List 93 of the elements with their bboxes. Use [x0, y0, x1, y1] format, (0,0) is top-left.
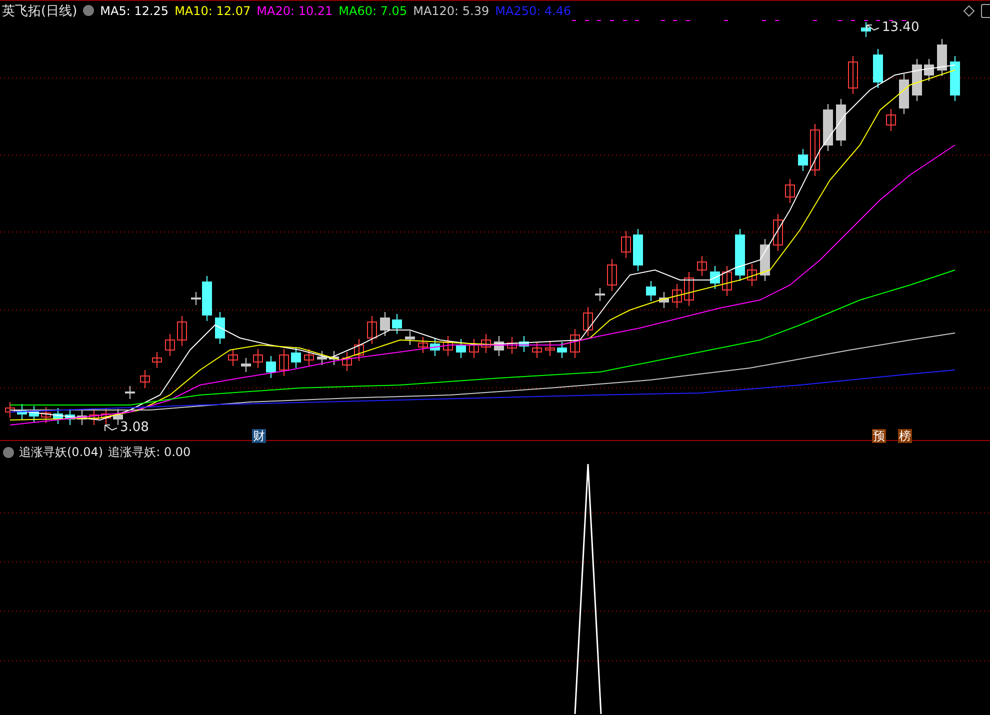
dropdown-icon[interactable]: [3, 447, 14, 458]
candlestick: [507, 336, 517, 354]
candlestick: [494, 336, 504, 356]
candlestick: [29, 406, 39, 422]
ma-value: MA20: 10.21: [256, 4, 333, 18]
candlestick: [595, 288, 605, 302]
candlestick: [848, 56, 858, 94]
candlestick: [342, 352, 352, 372]
candlestick: [672, 284, 682, 308]
candlestick: [152, 352, 162, 368]
candlestick: [532, 342, 542, 358]
candlestick: [823, 104, 833, 152]
candlestick: [773, 214, 783, 252]
candlestick: [367, 316, 377, 344]
pointer-arrow-icon: [104, 424, 118, 432]
candlestick: [443, 336, 453, 356]
candlestick: [5, 402, 15, 418]
candlestick: [873, 48, 883, 88]
candlestick: [912, 58, 922, 102]
candlestick: [621, 230, 631, 258]
pointer-arrow-icon: [866, 24, 880, 32]
candlestick: [659, 292, 669, 308]
candlestick: [570, 328, 580, 358]
stock-title: 英飞拓(日线): [2, 2, 78, 20]
indicator-value: 追涨寻妖: 0.00: [108, 444, 191, 461]
candlestick: [684, 272, 694, 306]
ma-value: MA10: 12.07: [174, 4, 251, 18]
candlestick: [810, 124, 820, 176]
candlestick: [77, 410, 87, 426]
ma-value: MA5: 12.25: [100, 4, 169, 18]
candlestick: [101, 408, 111, 424]
candlestick: [937, 38, 947, 76]
event-badge[interactable]: 预: [872, 429, 886, 443]
candlestick: [722, 266, 732, 296]
candlestick: [710, 266, 720, 290]
candlestick: [950, 56, 960, 102]
candlestick: [291, 346, 301, 368]
candlestick: [380, 312, 390, 336]
candlestick: [760, 238, 770, 282]
candlestick: [519, 336, 529, 352]
candlestick: [481, 334, 491, 354]
ma-value: MA250: 4.46: [495, 4, 572, 18]
candlestick: [215, 312, 225, 344]
candlestick: [241, 358, 251, 372]
low-price-label: 3.08: [120, 420, 149, 435]
candlestick: [65, 408, 75, 426]
candlestick: [17, 404, 27, 420]
candlestick: [747, 264, 757, 286]
candlestick: [53, 408, 63, 424]
candlestick: [41, 406, 51, 424]
diamond-icon[interactable]: [963, 4, 975, 16]
event-badge[interactable]: 财: [252, 429, 266, 443]
candlestick: [430, 338, 440, 356]
candlestick: [633, 228, 643, 272]
candlestick: [317, 350, 327, 366]
indicator-title: 追涨寻妖(0.04): [19, 444, 104, 461]
candlestick: [861, 22, 871, 38]
candlestick: [89, 408, 99, 426]
candlestick: [329, 350, 339, 366]
candlestick: [405, 330, 415, 346]
event-badge[interactable]: 榜: [898, 429, 912, 443]
candlestick: [177, 316, 187, 346]
candlestick: [924, 58, 934, 82]
candlestick: [418, 336, 428, 354]
candlestick: [253, 348, 263, 368]
candlestick: [583, 306, 593, 336]
candlestick: [785, 178, 795, 204]
candlestick: [735, 228, 745, 282]
candlestick: [228, 348, 238, 366]
candlestick: [140, 370, 150, 388]
candlestick: [798, 148, 808, 172]
candlestick: [266, 356, 276, 378]
candlestick: [392, 314, 402, 334]
candlestick: [697, 256, 707, 276]
dropdown-icon[interactable]: [83, 5, 94, 16]
candlestick: [304, 348, 314, 366]
candlestick: [279, 348, 289, 376]
candlestick: [899, 74, 909, 114]
candlestick: [125, 386, 135, 400]
candlestick: [113, 408, 123, 426]
candlestick: [646, 280, 656, 302]
ma-value: MA60: 7.05: [338, 4, 408, 18]
candlestick: [607, 258, 617, 292]
candlestick: [354, 338, 364, 362]
candlestick: [886, 108, 896, 132]
ma-value: MA120: 5.39: [413, 4, 490, 18]
candlestick: [469, 338, 479, 358]
candlestick: [456, 338, 466, 358]
candlestick: [545, 342, 555, 356]
candlestick: [836, 98, 846, 146]
candlestick: [557, 342, 567, 358]
high-price-label: 13.40: [882, 20, 920, 35]
candlestick: [165, 334, 175, 356]
